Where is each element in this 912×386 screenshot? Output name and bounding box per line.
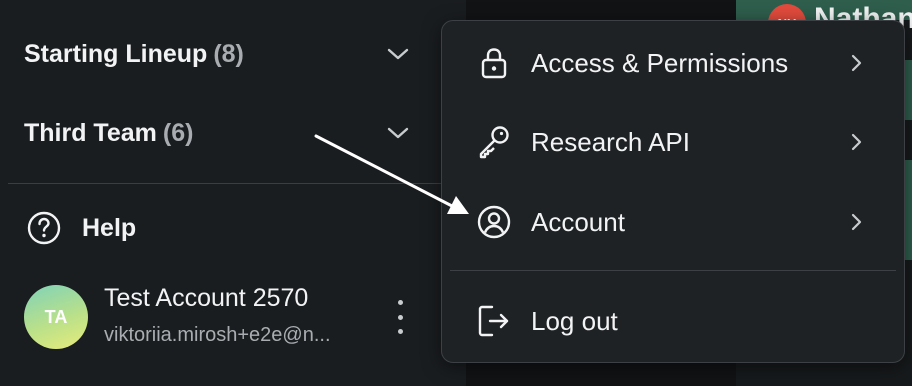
menu-item-label: Research API (531, 126, 690, 157)
help-link[interactable]: Help (26, 210, 136, 246)
group-title: Third Team (24, 118, 157, 147)
logout-button[interactable]: Log out (442, 291, 904, 351)
avatar[interactable]: TA (24, 285, 88, 349)
lock-icon (476, 45, 512, 81)
menu-item-access-permissions[interactable]: Access & Permissions (442, 33, 904, 93)
user-email: viktoriia.mirosh+e2e@n... (104, 324, 331, 346)
menu-item-account[interactable]: Account (442, 192, 904, 252)
more-options-icon[interactable] (390, 300, 410, 334)
user-name: Test Account 2570 (104, 284, 309, 312)
divider (8, 183, 458, 184)
sidebar: Starting Lineup (8) Third Team (6) Help TA… (0, 0, 466, 386)
chevron-right-icon (851, 133, 862, 151)
user-circle-icon (476, 204, 512, 240)
group-third-team[interactable]: Third Team (6) (24, 113, 410, 153)
logout-icon (476, 303, 512, 339)
chevron-right-icon (851, 54, 862, 72)
logout-label: Log out (531, 305, 618, 336)
group-title: Starting Lineup (24, 39, 208, 68)
group-count: (6) (162, 118, 194, 147)
menu-item-research-api[interactable]: Research API (442, 112, 904, 172)
avatar-initials: TA (44, 306, 68, 327)
group-count: (8) (213, 39, 244, 68)
chevron-down-icon[interactable] (386, 121, 410, 145)
menu-item-label: Account (531, 206, 625, 237)
account-menu: Access & Permissions Research API Accoun… (441, 20, 905, 363)
menu-divider (450, 270, 896, 271)
key-icon (476, 124, 512, 160)
chevron-down-icon[interactable] (386, 42, 410, 66)
menu-item-label: Access & Permissions (531, 47, 789, 78)
help-icon (27, 211, 61, 245)
help-label: Help (82, 213, 137, 242)
group-starting-lineup[interactable]: Starting Lineup (8) (24, 34, 410, 74)
chevron-right-icon (851, 213, 862, 231)
